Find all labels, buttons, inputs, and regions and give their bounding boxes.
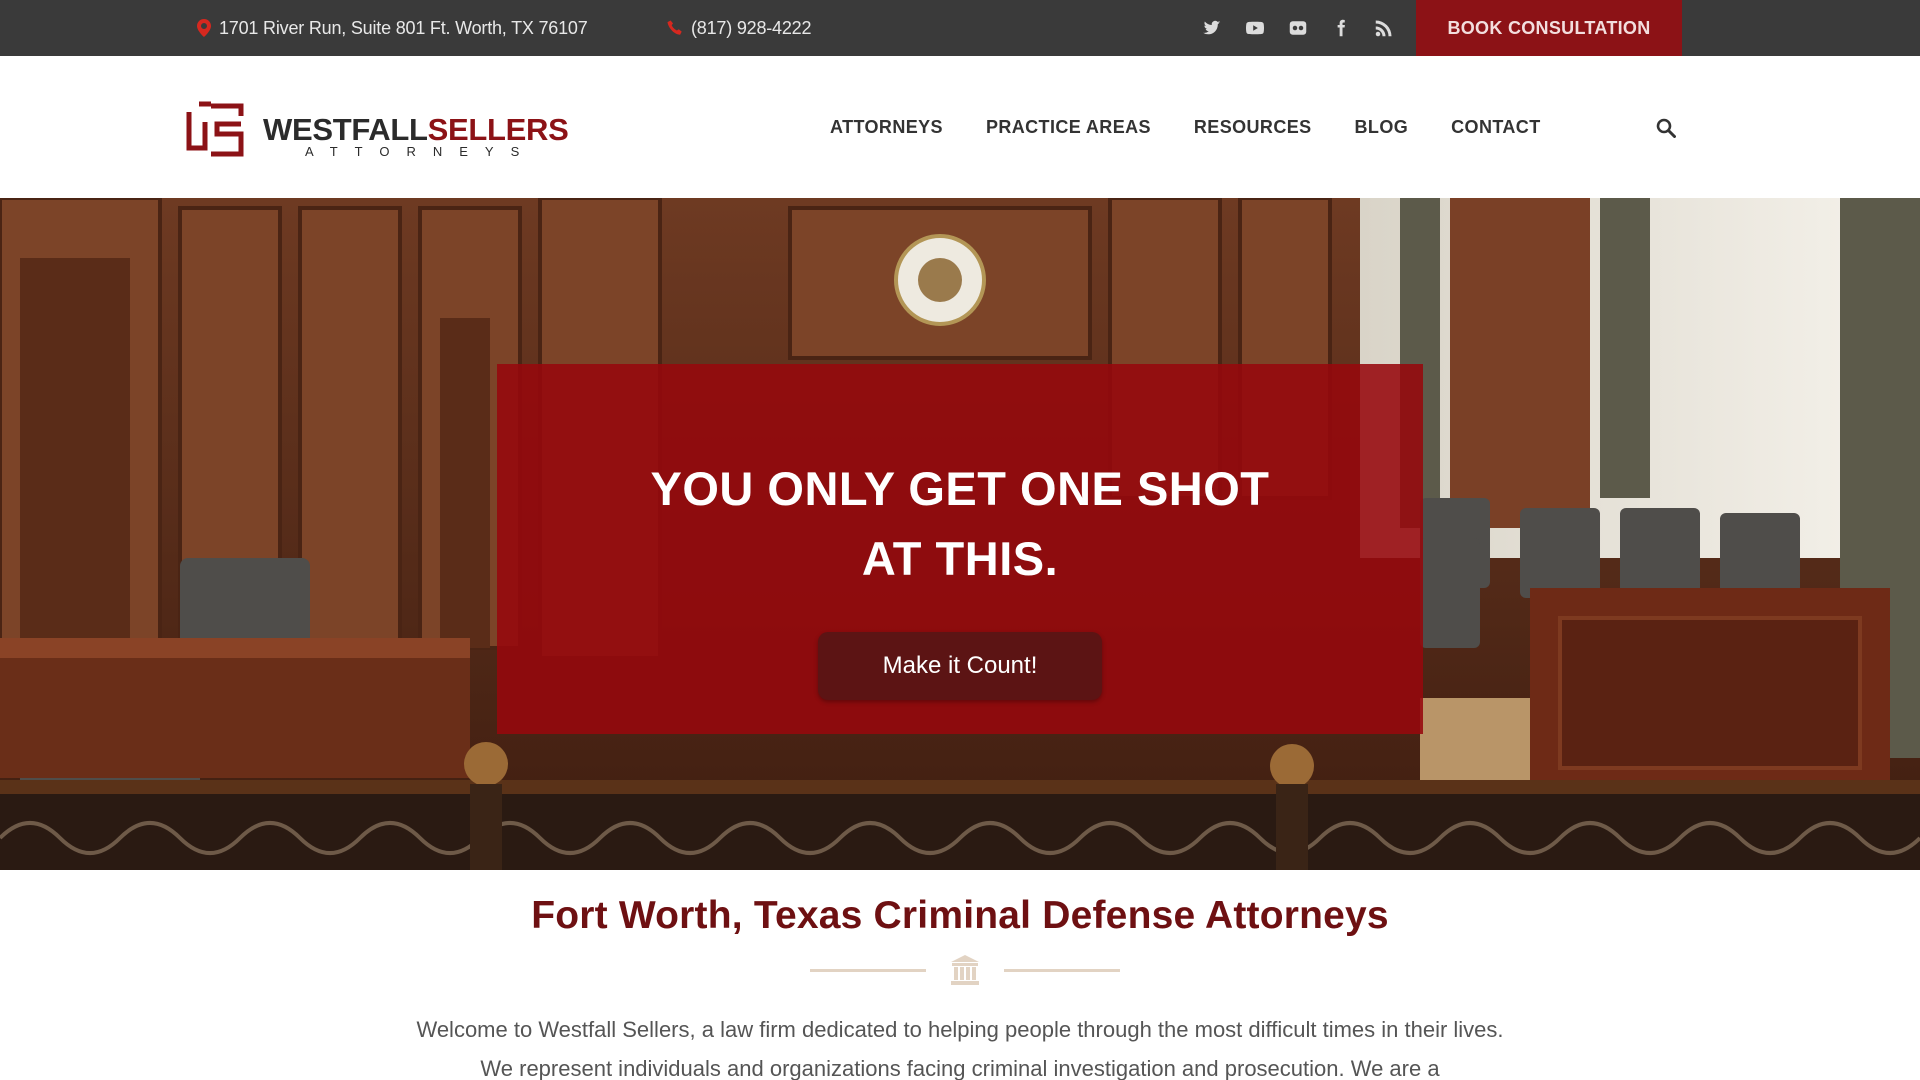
logo-subtitle: ATTORNEYS <box>305 144 537 159</box>
twitter-icon[interactable] <box>1190 0 1233 56</box>
hero-banner: YOU ONLY GET ONE SHOT AT THIS. Make it C… <box>0 198 1920 870</box>
nav-contact[interactable]: CONTACT <box>1451 117 1540 138</box>
search-icon[interactable] <box>1656 118 1676 138</box>
hero-title: YOU ONLY GET ONE SHOT AT THIS. <box>497 454 1423 594</box>
logo-name-westfall: WESTFALL <box>263 112 428 147</box>
divider-line-right <box>1004 969 1120 972</box>
site-header: WESTFALLSELLERS ATTORNEYS ATTORNEYS PRAC… <box>0 56 1920 198</box>
intro-paragraph: Welcome to Westfall Sellers, a law firm … <box>0 1010 1920 1080</box>
facebook-icon[interactable] <box>1319 0 1362 56</box>
nav-resources[interactable]: RESOURCES <box>1194 117 1312 138</box>
top-bar: 1701 River Run, Suite 801 Ft. Worth, TX … <box>0 0 1920 56</box>
book-consultation-button[interactable]: BOOK CONSULTATION <box>1416 0 1682 56</box>
phone[interactable]: (817) 928-4222 <box>667 0 811 56</box>
phone-icon <box>667 20 682 35</box>
flickr-icon[interactable] <box>1276 0 1319 56</box>
hero-title-line1: YOU ONLY GET ONE SHOT <box>650 462 1270 515</box>
hero-overlay-box: YOU ONLY GET ONE SHOT AT THIS. Make it C… <box>497 364 1423 734</box>
logo-mark-icon <box>186 101 244 157</box>
rss-icon[interactable] <box>1362 0 1405 56</box>
social-links <box>1190 0 1405 56</box>
nav-practice-areas[interactable]: PRACTICE AREAS <box>986 117 1151 138</box>
phone-number[interactable]: (817) 928-4222 <box>691 18 811 39</box>
youtube-icon[interactable] <box>1233 0 1276 56</box>
divider-line-left <box>810 969 926 972</box>
intro-title: Fort Worth, Texas Criminal Defense Attor… <box>531 894 1389 937</box>
nav-blog[interactable]: BLOG <box>1355 117 1409 138</box>
make-it-count-button[interactable]: Make it Count! <box>818 632 1102 700</box>
intro-line2: We represent individuals and organizatio… <box>480 1056 1440 1080</box>
logo[interactable]: WESTFALLSELLERS ATTORNEYS <box>183 100 569 162</box>
map-pin-icon <box>197 19 211 37</box>
title-divider <box>810 954 1120 986</box>
logo-name: WESTFALLSELLERS <box>263 112 569 148</box>
nav-attorneys[interactable]: ATTORNEYS <box>830 117 943 138</box>
hero-title-line2: AT THIS. <box>861 532 1059 585</box>
logo-name-sellers: SELLERS <box>427 112 569 147</box>
intro-line1: Welcome to Westfall Sellers, a law firm … <box>416 1017 1504 1042</box>
address-text: 1701 River Run, Suite 801 Ft. Worth, TX … <box>219 17 588 38</box>
column-icon <box>951 955 979 985</box>
main-nav: ATTORNEYS PRACTICE AREAS RESOURCES BLOG … <box>830 56 1584 198</box>
address: 1701 River Run, Suite 801 Ft. Worth, TX … <box>197 0 588 56</box>
